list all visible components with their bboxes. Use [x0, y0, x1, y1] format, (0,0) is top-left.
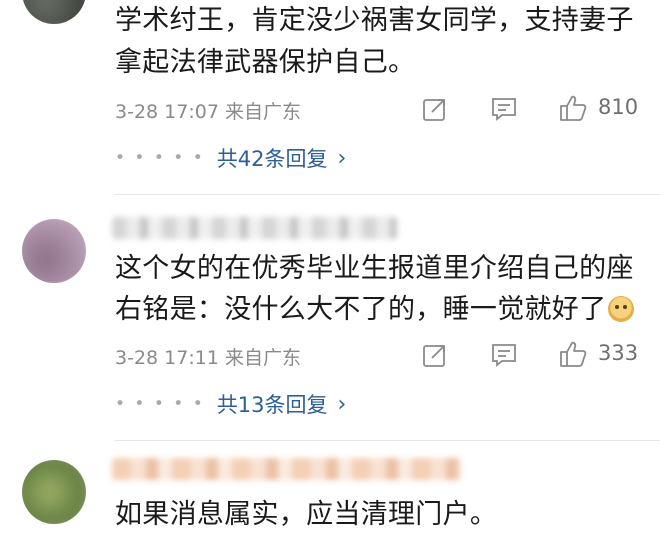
dots-icon: • • • • • — [115, 148, 205, 168]
comment-source: 来自广东 — [224, 347, 301, 369]
avatar[interactable] — [22, 0, 86, 24]
divider — [115, 440, 660, 441]
thumbs-up-icon[interactable] — [557, 338, 589, 370]
replies-label: 共13条回复 — [216, 393, 328, 417]
chevron-right-icon: › — [337, 391, 347, 417]
view-replies-link[interactable]: • • • • • 共42条回复 › — [115, 143, 346, 173]
like-count: 810 — [598, 95, 639, 119]
like-count: 333 — [598, 341, 639, 365]
comment-date: 3-28 — [115, 101, 159, 123]
replies-label: 共42条回复 — [216, 147, 328, 171]
comment-item: 如果消息属实，应当清理门户。 — [0, 450, 660, 530]
comment-time: 17:11 — [164, 347, 219, 369]
view-replies-link[interactable]: • • • • • 共13条回复 › — [115, 389, 346, 419]
comment-text-line: 如果消息属实，应当清理门户。 — [115, 499, 498, 530]
comment-text-line: 右铭是：没什么大不了的，睡一觉就好了 — [115, 292, 635, 328]
comment-text-line: 拿起法律武器保护自己。 — [115, 47, 416, 78]
comment-item: 这个女的在优秀毕业生报道里介绍自己的座 右铭是：没什么大不了的，睡一觉就好了 3… — [0, 195, 660, 450]
comment-text-line: 这个女的在优秀毕业生报道里介绍自己的座 — [115, 253, 634, 284]
share-edit-icon[interactable] — [420, 340, 450, 370]
avatar[interactable] — [22, 219, 86, 283]
comment-icon[interactable] — [489, 340, 519, 370]
comment-icon[interactable] — [489, 94, 519, 124]
dots-icon: • • • • • — [115, 394, 205, 414]
comment-time: 17:07 — [164, 101, 219, 123]
comment-date: 3-28 — [115, 347, 159, 369]
chevron-right-icon: › — [337, 145, 347, 171]
comment-source: 来自广东 — [224, 101, 301, 123]
comment-meta: 3-28 17:07 来自广东 — [115, 97, 301, 124]
username-redacted[interactable] — [112, 458, 462, 480]
comment-meta: 3-28 17:11 来自广东 — [115, 343, 301, 370]
comment-item: 学术纣王，肯定没少祸害女同学，支持妻子 拿起法律武器保护自己。 3-28 17:… — [0, 0, 660, 195]
avatar[interactable] — [22, 460, 86, 524]
username-redacted[interactable] — [112, 217, 397, 239]
comment-text-fragment: 右铭是：没什么大不了的，睡一觉就好了 — [115, 294, 607, 325]
comment-text-line: 学术纣王，肯定没少祸害女同学，支持妻子 — [115, 5, 634, 36]
doge-face-icon — [608, 296, 635, 322]
share-edit-icon[interactable] — [420, 94, 450, 124]
thumbs-up-icon[interactable] — [557, 92, 589, 124]
